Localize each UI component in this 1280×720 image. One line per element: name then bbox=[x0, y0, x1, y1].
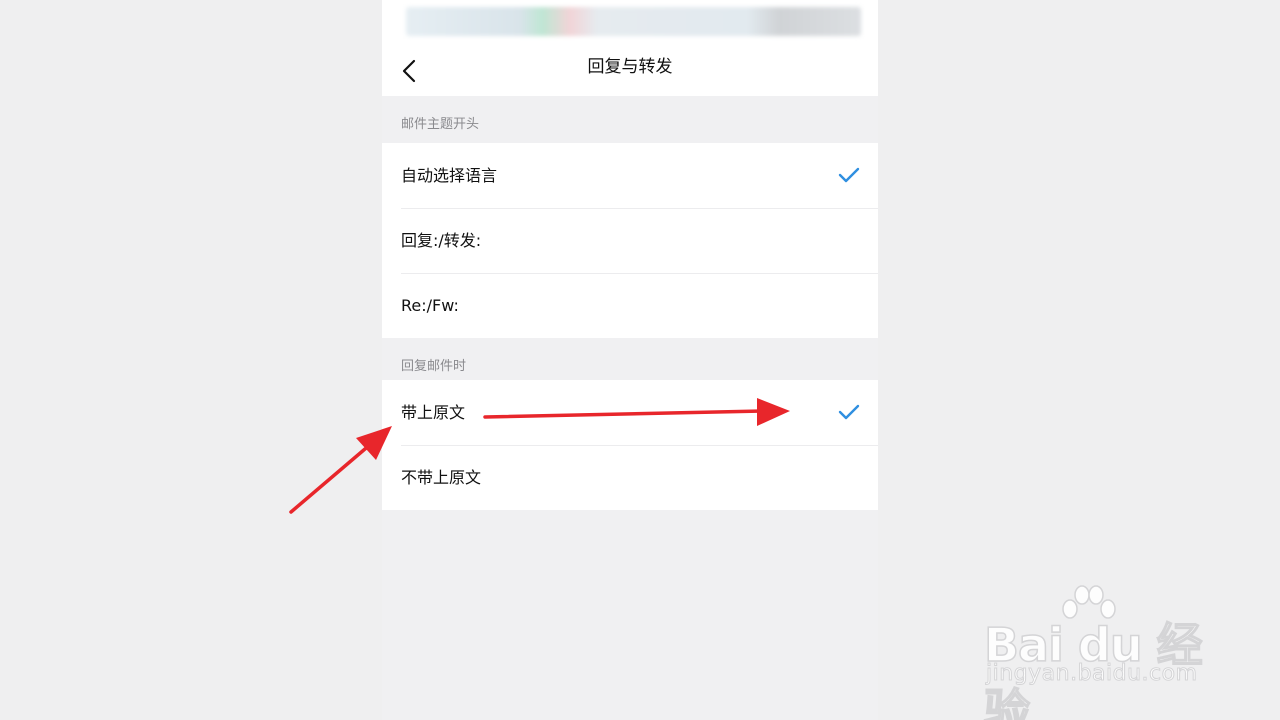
navigation-bar: 回复与转发 bbox=[382, 44, 878, 96]
phone-screen: 回复与转发 邮件主题开头 自动选择语言 回复:/转发: Re:/Fw: 回复邮件… bbox=[382, 0, 878, 720]
reply-options-group: 带上原文 不带上原文 bbox=[382, 380, 878, 510]
section-header-label: 回复邮件时 bbox=[401, 359, 467, 374]
option-label: Re:/Fw: bbox=[401, 296, 459, 315]
section-header-reply: 回复邮件时 bbox=[382, 338, 878, 384]
status-bar bbox=[382, 0, 878, 44]
option-label: 自动选择语言 bbox=[401, 166, 498, 185]
option-chinese-prefix[interactable]: 回复:/转发: bbox=[382, 208, 878, 273]
screenshot-stage: 回复与转发 邮件主题开头 自动选择语言 回复:/转发: Re:/Fw: 回复邮件… bbox=[0, 0, 1280, 720]
option-english-prefix[interactable]: Re:/Fw: bbox=[382, 273, 878, 338]
checkmark-icon bbox=[838, 167, 860, 183]
checkmark-icon bbox=[838, 404, 860, 420]
option-label: 带上原文 bbox=[401, 403, 466, 422]
section-header-subject: 邮件主题开头 bbox=[382, 96, 878, 142]
option-label: 回复:/转发: bbox=[401, 231, 482, 250]
diagonal-arrow-icon bbox=[289, 426, 392, 514]
watermark-url: jingyan.baidu.com bbox=[986, 661, 1198, 687]
page-title: 回复与转发 bbox=[587, 57, 673, 77]
subject-options-group: 自动选择语言 回复:/转发: Re:/Fw: bbox=[382, 143, 878, 338]
option-exclude-original[interactable]: 不带上原文 bbox=[382, 445, 878, 510]
blurred-status-content bbox=[406, 7, 861, 36]
baidu-jingyan-watermark: Bai du 经验 jingyan.baidu.com bbox=[980, 585, 1220, 720]
option-auto-language[interactable]: 自动选择语言 bbox=[382, 143, 878, 208]
option-label: 不带上原文 bbox=[401, 468, 482, 487]
option-include-original[interactable]: 带上原文 bbox=[382, 380, 878, 445]
section-header-label: 邮件主题开头 bbox=[401, 117, 480, 132]
